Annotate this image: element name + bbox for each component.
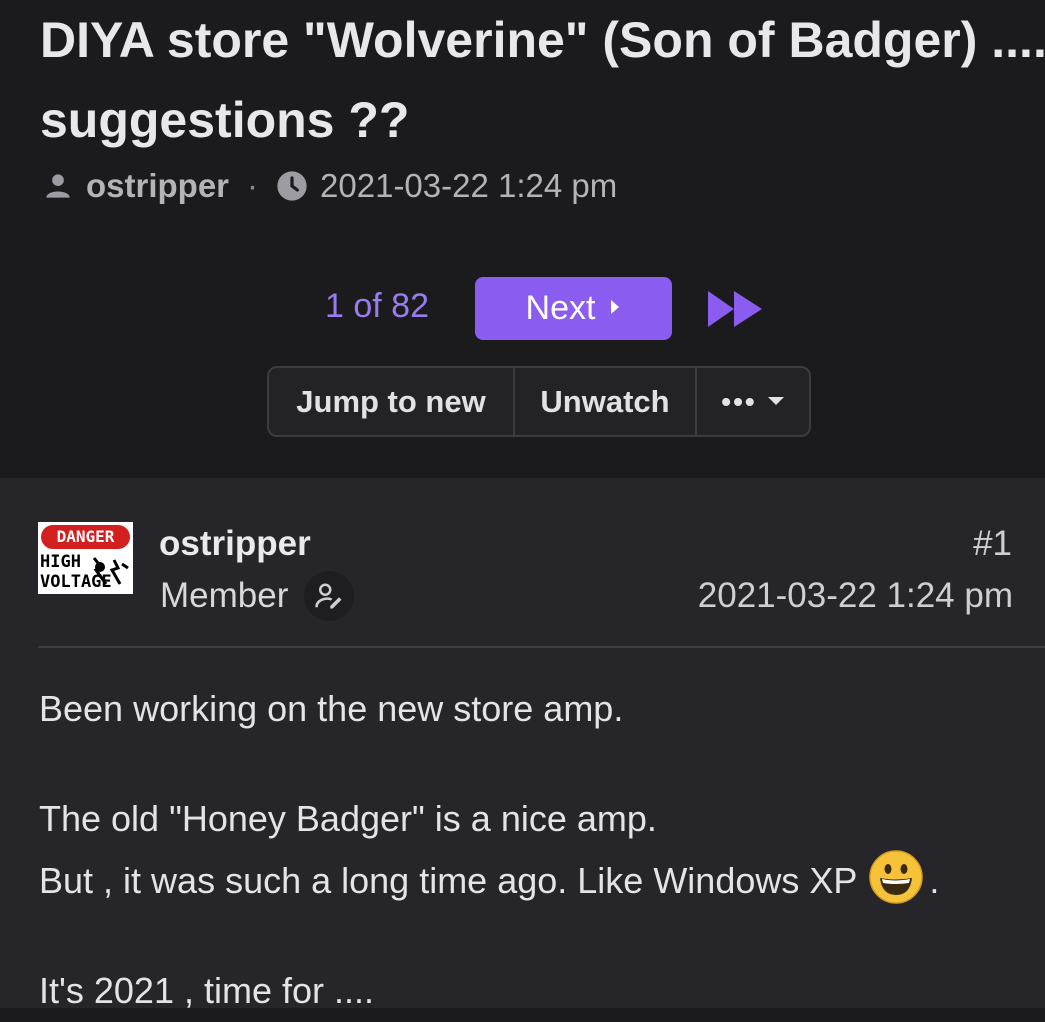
unwatch-button[interactable]: Unwatch (515, 368, 697, 435)
thread-author[interactable]: ostripper (86, 167, 229, 205)
next-label: Next (525, 289, 596, 327)
post-paragraph: The old "Honey Badger" is a nice amp. (39, 798, 657, 839)
clock-icon (276, 170, 308, 202)
post-body: Been working on the new store amp. The o… (39, 678, 1039, 1022)
avatar[interactable]: DANGER HIGH VOLTAGE (38, 522, 133, 594)
avatar-danger-text: DANGER (41, 525, 130, 549)
page-count[interactable]: 1 of 82 (325, 287, 429, 326)
spark-icon (92, 557, 129, 585)
thread-actions: Jump to new Unwatch ••• (267, 366, 811, 437)
more-dots: ••• (721, 385, 757, 417)
post-date[interactable]: 2021-03-22 1:24 pm (698, 576, 1013, 616)
meta-separator: · (247, 167, 259, 204)
fast-forward-icon (708, 291, 762, 327)
post-username[interactable]: ostripper (159, 524, 311, 564)
user-role: Member (160, 576, 289, 615)
grinning-emoji-icon (869, 850, 924, 905)
jump-to-new-button[interactable]: Jump to new (269, 368, 515, 435)
post-paragraph: But , it was such a long time ago. Like … (39, 850, 1039, 912)
thread-title: DIYA store "Wolverine" (Son of Badger) .… (40, 12, 1045, 148)
thread-date[interactable]: 2021-03-22 1:24 pm (320, 167, 617, 205)
last-page-button[interactable] (706, 289, 766, 329)
post-divider (38, 646, 1045, 648)
chevron-right-icon (609, 296, 621, 322)
post-paragraph: Been working on the new store amp. (39, 688, 624, 729)
edit-user-icon (304, 571, 354, 621)
next-page-button[interactable]: Next (475, 277, 672, 340)
thread-meta: ostripper · 2021-03-22 1:24 pm (44, 164, 617, 208)
caret-down-icon (767, 391, 785, 412)
person-icon (44, 172, 72, 200)
pagination: 1 of 82 Next (0, 277, 1045, 340)
more-actions-button[interactable]: ••• (697, 368, 809, 435)
post-number[interactable]: #1 (973, 524, 1012, 564)
thread-header: DIYA store "Wolverine" (Son of Badger) .… (0, 0, 1045, 478)
post-1: DANGER HIGH VOLTAGE ostripper Member #1 … (0, 478, 1045, 1011)
post-paragraph: It's 2021 , time for .... (39, 970, 375, 1011)
